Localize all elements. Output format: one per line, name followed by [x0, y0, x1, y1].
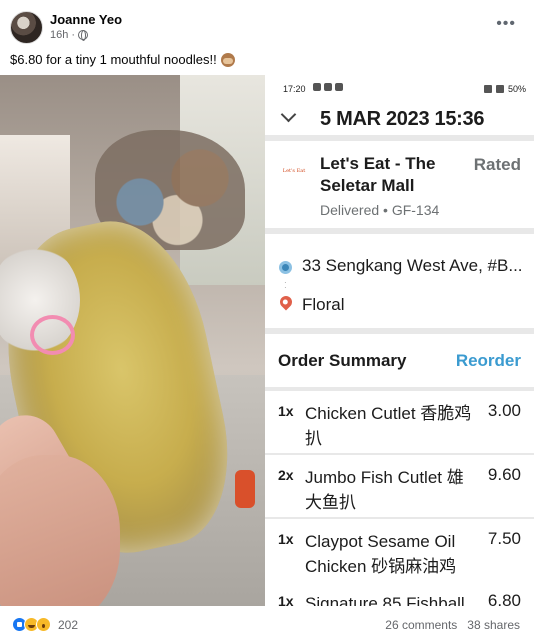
delivery-locations: 33 Sengkang West Ave, #B... · · Floral [265, 234, 534, 328]
reorder-button[interactable]: Reorder [456, 351, 521, 371]
comments-link[interactable]: 26 comments [385, 618, 457, 632]
chevron-down-icon[interactable] [280, 106, 297, 123]
item-price: 6.80 [487, 591, 521, 606]
order-item: 1x Claypot Sesame Oil Chicken 砂锅麻油鸡 7.50 [265, 519, 534, 581]
globe-icon [78, 30, 89, 41]
restaurant-name: Let's Eat - The Seletar Mall [320, 154, 436, 195]
item-name: Claypot Sesame Oil Chicken 砂锅麻油鸡 [305, 532, 457, 576]
item-price: 3.00 [487, 401, 521, 420]
signal-icon [483, 85, 492, 93]
dropoff-address: Floral [302, 295, 345, 314]
reaction-count: 202 [58, 617, 79, 632]
order-date: 5 MAR 2023 15:36 [320, 108, 485, 130]
order-summary-header: Order Summary Reorder [265, 334, 534, 387]
order-date-bar: 5 MAR 2023 15:36 [265, 103, 534, 135]
pickup-pin-icon [279, 261, 292, 274]
post-time[interactable]: 16h [50, 29, 68, 41]
item-name: Signature 85 Fishball [305, 594, 465, 606]
dropoff-pin-icon [277, 293, 295, 311]
order-item: 2x Jumbo Fish Cutlet 雄大鱼扒 9.60 [265, 455, 534, 517]
order-status: Delivered • GF-134 [320, 202, 440, 218]
notification-icons [313, 83, 343, 91]
reactions-summary[interactable]: 202 [12, 617, 78, 632]
noodle-photo [0, 75, 265, 606]
restaurant-card: Let's Eat Let's Eat - The Seletar Mall R… [265, 141, 534, 228]
item-qty: 2x [278, 467, 294, 483]
item-qty: 1x [278, 531, 294, 547]
restaurant-logo: Let's Eat [282, 168, 306, 174]
post-caption: $6.80 for a tiny 1 mouthful noodles!! [10, 52, 235, 67]
rated-label: Rated [473, 155, 521, 174]
route-dots: · · [284, 278, 287, 292]
engagement-stats: 26 comments 38 shares [385, 618, 520, 632]
post-footer: 202 26 comments 38 shares [0, 606, 534, 644]
item-qty: 1x [278, 593, 294, 606]
pickup-address: 33 Sengkang West Ave, #B... [302, 256, 523, 275]
order-screenshot: 17:20 50% 5 MAR 2023 15:36 Let's Eat Let… [265, 75, 534, 606]
item-price: 9.60 [487, 465, 521, 484]
post-header: Joanne Yeo 16h · ••• [0, 0, 534, 44]
item-name: Jumbo Fish Cutlet 雄大鱼扒 [305, 468, 464, 512]
order-item: 1x Signature 85 Fishball 6.80 [265, 581, 534, 606]
more-options-icon[interactable]: ••• [496, 15, 516, 33]
order-summary-title: Order Summary [278, 351, 407, 370]
post-meta: 16h · [50, 29, 89, 41]
item-name: Chicken Cutlet 香脆鸡扒 [305, 404, 472, 448]
status-bar: 17:20 50% [265, 75, 534, 103]
avatar[interactable] [10, 11, 43, 44]
caption-text: $6.80 for a tiny 1 mouthful noodles!! [10, 52, 217, 67]
monkey-emoji-icon [220, 52, 235, 67]
author-name[interactable]: Joanne Yeo [50, 12, 122, 27]
battery-level: 50% [507, 84, 526, 94]
wifi-icon [495, 85, 504, 93]
status-right: 50% [483, 84, 526, 94]
item-price: 7.50 [487, 529, 521, 548]
post-photo[interactable]: 17:20 50% 5 MAR 2023 15:36 Let's Eat Let… [0, 75, 534, 606]
wow-reaction-icon [36, 617, 51, 632]
item-qty: 1x [278, 403, 294, 419]
order-item: 1x Chicken Cutlet 香脆鸡扒 3.00 [265, 391, 534, 453]
status-time: 17:20 [283, 84, 306, 94]
shares-link[interactable]: 38 shares [467, 618, 520, 632]
